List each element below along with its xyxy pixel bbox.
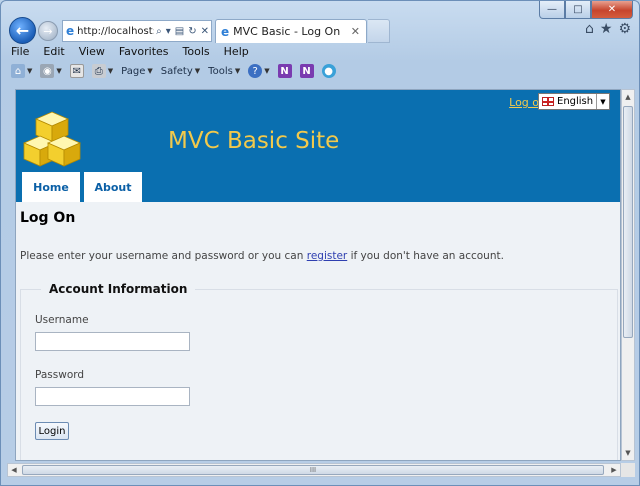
chevron-down-icon: ▼: [56, 67, 62, 75]
intro-text: Please enter your username and password …: [20, 250, 618, 262]
vertical-scrollbar[interactable]: ▲ ▼: [621, 89, 635, 461]
main-content: Log On Please enter your username and pa…: [20, 210, 618, 460]
menu-view[interactable]: View: [79, 45, 105, 61]
dropdown-arrow-icon[interactable]: ▾: [166, 26, 171, 37]
address-url[interactable]: http://localhost:: [77, 26, 154, 37]
vertical-scroll-thumb[interactable]: [623, 106, 633, 338]
nav-home[interactable]: Home: [22, 172, 80, 202]
page-viewport: Log on English ▼ MVC Basic Site Home Abo…: [15, 89, 621, 461]
chevron-down-icon: ▼: [264, 67, 270, 75]
new-tab-button[interactable]: [368, 19, 390, 43]
menu-tools[interactable]: Tools: [183, 45, 210, 61]
tab-title: MVC Basic - Log On: [233, 25, 341, 38]
arrow-left-icon: ←: [15, 21, 30, 40]
language-value: English: [557, 96, 594, 107]
gear-icon[interactable]: ⚙: [618, 21, 631, 37]
navigation-row: ← → e http://localhost: ⌕ ▾ ▤ ↻ ✕ e MVC …: [7, 17, 637, 44]
english-flag-icon: [542, 97, 554, 106]
menu-edit[interactable]: Edit: [43, 45, 64, 61]
back-button[interactable]: ←: [9, 17, 36, 44]
login-button[interactable]: Login: [35, 422, 69, 440]
chevron-down-icon: ▼: [107, 67, 114, 75]
language-select[interactable]: English ▼: [538, 93, 610, 110]
home-icon[interactable]: ⌂: [585, 21, 594, 37]
menu-bar: File Edit View Favorites Tools Help: [7, 45, 635, 61]
scroll-right-icon[interactable]: ▶: [608, 464, 620, 476]
tools-command[interactable]: Tools ▼: [208, 66, 240, 77]
home-icon: ⌂: [11, 64, 25, 78]
username-label: Username: [35, 314, 89, 326]
page-command[interactable]: Page ▼: [121, 66, 153, 77]
print-command[interactable]: ⎙ ▼: [91, 64, 114, 78]
scroll-up-icon[interactable]: ▲: [622, 90, 634, 104]
nav-about[interactable]: About: [84, 172, 142, 202]
safety-command-label: Safety: [160, 65, 193, 77]
menu-file[interactable]: File: [11, 45, 29, 61]
onenote-icon[interactable]: N: [277, 64, 292, 78]
chevron-down-icon[interactable]: ▼: [596, 94, 609, 109]
mail-command[interactable]: ✉: [69, 64, 84, 78]
chevron-down-icon: ▼: [194, 67, 201, 75]
page-command-label: Page: [121, 65, 146, 77]
register-link[interactable]: register: [307, 250, 348, 262]
home-command[interactable]: ⌂ ▼: [11, 64, 32, 78]
messenger-icon[interactable]: ●: [321, 64, 336, 78]
browser-window: — □ ✕ ← → e http://localhost: ⌕ ▾ ▤ ↻ ✕ …: [0, 0, 640, 486]
help-icon: ?: [248, 64, 263, 78]
tools-command-label: Tools: [208, 65, 233, 77]
search-icon[interactable]: ⌕: [156, 26, 162, 37]
safety-command[interactable]: Safety ▼: [161, 66, 200, 77]
command-bar: ⌂ ▼ ◉ ▼ ✉ ⎙ ▼ Page ▼ Safety ▼ Tools ▼ ? ▼ N N ●: [7, 62, 635, 80]
menu-favorites[interactable]: Favorites: [119, 45, 169, 61]
address-bar[interactable]: e http://localhost: ⌕ ▾ ▤ ↻ ✕: [62, 20, 212, 42]
cubes-logo-icon: [23, 111, 81, 167]
onenote-linked-icon[interactable]: N: [299, 64, 314, 78]
close-tab-icon[interactable]: ✕: [351, 25, 360, 38]
help-command[interactable]: ? ▼: [248, 64, 270, 78]
rss-icon: ◉: [40, 64, 55, 78]
intro-text-after: if you don't have an account.: [347, 250, 504, 262]
username-field[interactable]: [35, 332, 190, 351]
chevron-down-icon: ▼: [234, 67, 241, 75]
mail-icon: ✉: [69, 64, 84, 78]
horizontal-scrollbar[interactable]: ◀ III ▶: [7, 463, 621, 477]
feeds-command[interactable]: ◉ ▼: [40, 64, 62, 78]
stop-icon[interactable]: ✕: [201, 26, 209, 37]
account-information-fieldset: Account Information Username Password Lo…: [20, 282, 618, 460]
password-label: Password: [35, 369, 85, 381]
scroll-down-icon[interactable]: ▼: [622, 446, 634, 460]
password-field[interactable]: [35, 387, 190, 406]
ie-logo-icon: e: [66, 24, 75, 38]
site-title: MVC Basic Site: [168, 128, 340, 154]
tab-active[interactable]: e MVC Basic - Log On ✕: [215, 19, 367, 43]
forward-button[interactable]: →: [38, 21, 58, 41]
scrollbar-corner: [621, 463, 635, 477]
fieldset-legend: Account Information: [49, 282, 188, 296]
ie-tab-icon: e: [221, 24, 230, 39]
refresh-icon[interactable]: ↻: [188, 26, 196, 37]
scroll-left-icon[interactable]: ◀: [8, 464, 20, 476]
menu-help[interactable]: Help: [224, 45, 249, 61]
chevron-down-icon: ▼: [147, 67, 153, 75]
print-icon: ⎙: [91, 64, 106, 78]
horizontal-scroll-thumb[interactable]: III: [22, 465, 604, 475]
chevron-down-icon: ▼: [27, 67, 33, 75]
page-title: Log On: [20, 210, 76, 226]
compatibility-icon[interactable]: ▤: [175, 26, 184, 37]
browser-right-controls: ⌂ ★ ⚙: [585, 21, 631, 37]
favorites-star-icon[interactable]: ★: [600, 21, 613, 37]
main-nav: Home About: [22, 172, 142, 202]
intro-text-before: Please enter your username and password …: [20, 250, 307, 262]
arrow-right-icon: →: [43, 24, 53, 38]
site-header: Log on English ▼ MVC Basic Site Home Abo…: [16, 90, 620, 202]
